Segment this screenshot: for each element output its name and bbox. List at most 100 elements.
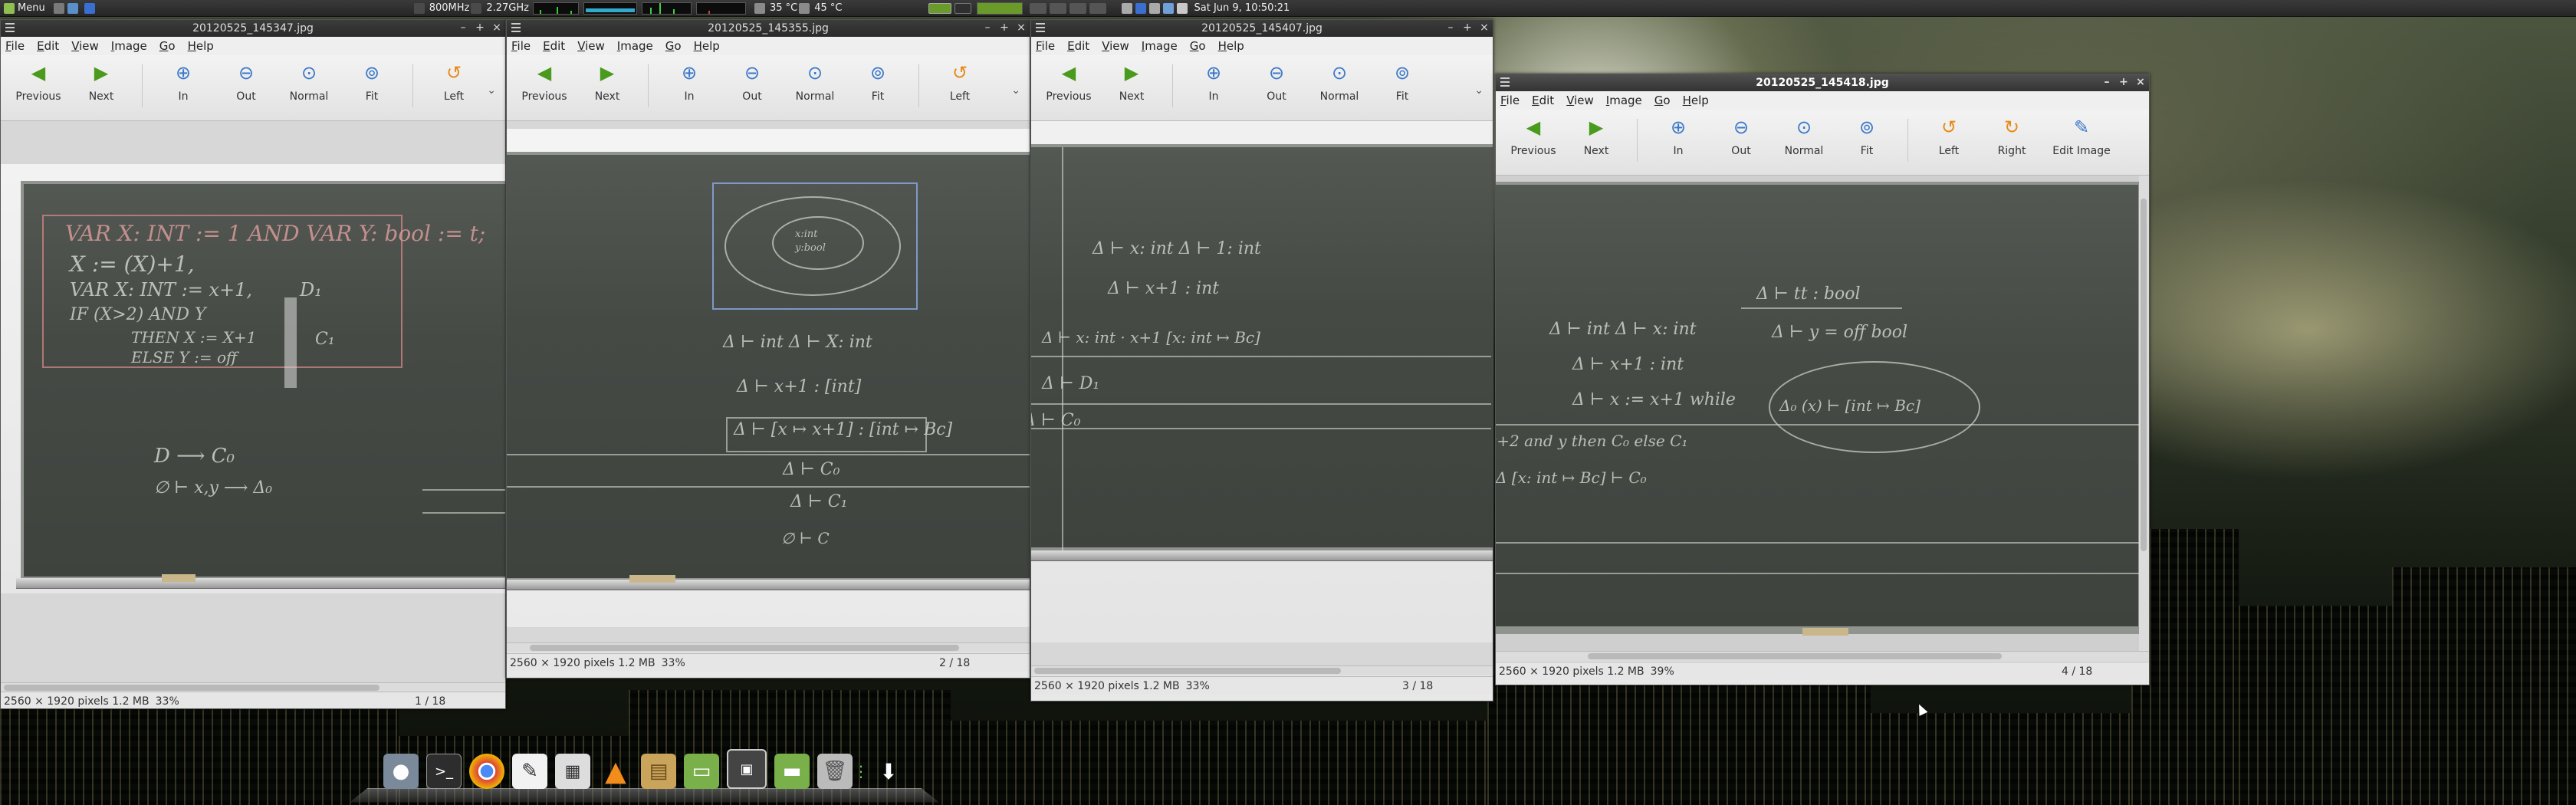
title-bar[interactable]: 20120525_145418.jpg – + × [1496,74,2149,91]
menu-edit[interactable]: Edit [1532,94,1554,107]
normal-size-button[interactable]: ⊙ Normal [278,55,340,117]
normal-size-button[interactable]: ⊙ Normal [784,55,846,117]
minimize-icon[interactable]: – [982,21,993,34]
fit-button[interactable]: ⊚ Fit [1371,55,1434,117]
chrome-icon[interactable] [469,754,504,789]
folder-icon[interactable]: ▬ [774,754,810,789]
zoom-in-button[interactable]: ⊕ In [1647,110,1710,171]
window-menu-icon[interactable] [511,23,521,32]
fit-button[interactable]: ⊚ Fit [846,55,909,117]
vertical-scrollbar[interactable] [2139,176,2149,651]
workspace-button[interactable] [1069,2,1086,14]
clock[interactable]: Sat Jun 9, 10:50:21 [1191,0,1294,17]
minimize-icon[interactable]: – [1445,21,1456,34]
menu-file[interactable]: File [511,39,531,53]
previous-button[interactable]: ◀ Previous [1502,110,1565,171]
rotate-left-button[interactable]: ↺ Left [422,55,485,117]
close-icon[interactable]: × [491,21,502,34]
maximize-icon[interactable]: + [999,21,1010,34]
next-button[interactable]: ▶ Next [70,55,133,117]
fit-button[interactable]: ⊚ Fit [340,55,403,117]
maximize-icon[interactable]: + [1462,21,1473,34]
workspace-switcher-active[interactable] [928,2,951,14]
workspace-button[interactable] [954,2,971,14]
zoom-in-button[interactable]: ⊕ In [1182,55,1245,117]
menu-go[interactable]: Go [665,39,682,53]
zoom-out-button[interactable]: ⊖ Out [1245,55,1308,117]
more-dots-icon[interactable]: ⋮ [853,754,869,789]
horizontal-scrollbar[interactable] [1031,665,1493,675]
battery-icon[interactable] [1176,2,1188,14]
previous-button[interactable]: ◀ Previous [7,55,70,117]
menu-image[interactable]: Image [111,39,147,53]
previous-button[interactable]: ◀ Previous [1037,55,1100,117]
close-icon[interactable]: × [1016,21,1027,34]
workspace-button[interactable] [1089,2,1106,14]
menu-edit[interactable]: Edit [1067,39,1089,53]
vlc-icon[interactable]: ▲ [598,754,633,789]
zoom-out-button[interactable]: ⊖ Out [1710,110,1773,171]
downloads-icon[interactable]: ⬇ [871,754,906,789]
window-menu-icon[interactable] [1500,77,1510,87]
minimize-icon[interactable]: – [458,21,468,34]
image-viewer-window-2[interactable]: 20120525_145355.jpg – + × File Edit View I… [506,19,1030,678]
zoom-out-button[interactable]: ⊖ Out [215,55,278,117]
file-manager-icon[interactable] [67,2,78,14]
horizontal-scrollbar[interactable] [1496,651,2149,661]
normal-size-button[interactable]: ⊙ Normal [1308,55,1371,117]
bluetooth-icon[interactable] [1135,2,1146,14]
scrollbar-thumb[interactable] [4,685,380,691]
elephant-app-icon[interactable]: ● [383,754,419,789]
chevron-down-icon[interactable]: ⌄ [487,84,496,97]
rotate-left-button[interactable]: ↺ Left [1917,110,1980,171]
image-view[interactable]: Δ ⊢ tt : bool Δ ⊢ int Δ ⊢ x: int Δ ⊢ y =… [1496,176,2139,651]
fit-button[interactable]: ⊚ Fit [1835,110,1898,171]
menu-file[interactable]: File [1500,94,1520,107]
menu-help[interactable]: Help [188,39,214,53]
network-icon[interactable] [1148,2,1160,14]
image-view[interactable]: x:int y:bool Δ ⊢ int Δ ⊢ X: int Δ ⊢ x+1 … [507,121,1030,642]
dropbox-icon[interactable] [84,2,95,14]
rotate-left-button[interactable]: ↺ Left [928,55,991,117]
terminal-icon[interactable]: >_ [426,754,462,789]
menu-edit[interactable]: Edit [37,39,59,53]
menu-image[interactable]: Image [1606,94,1642,107]
zoom-out-button[interactable]: ⊖ Out [721,55,784,117]
close-icon[interactable]: × [2135,76,2146,88]
close-icon[interactable]: × [1479,21,1490,34]
text-editor-icon[interactable]: ✎ [512,754,547,789]
next-button[interactable]: ▶ Next [1565,110,1628,171]
rotate-right-button[interactable]: ↻ Right [1980,110,2043,171]
scrollbar-thumb[interactable] [530,645,959,651]
image-view[interactable]: Δ ⊢ x: int Δ ⊢ 1: int Δ ⊢ x+1 : int Δ ⊢ … [1031,121,1493,665]
zoom-in-button[interactable]: ⊕ In [152,55,215,117]
calculator-icon[interactable]: ▦ [555,754,590,789]
desktop-icon[interactable] [53,2,64,14]
next-button[interactable]: ▶ Next [1100,55,1163,117]
scrollbar-thumb[interactable] [1588,653,2002,659]
maximize-icon[interactable]: + [2118,76,2129,88]
menu-view[interactable]: View [1102,39,1129,53]
workspace-button[interactable] [1049,2,1066,14]
title-bar[interactable]: 20120525_145407.jpg – + × [1031,20,1493,37]
dropbox-tray-icon[interactable] [1121,2,1132,14]
next-button[interactable]: ▶ Next [576,55,639,117]
image-viewer-window-1[interactable]: 20120525_145347.jpg – + × File Edit View I… [0,19,506,709]
window-menu-icon[interactable] [1036,23,1045,32]
edit-image-button[interactable]: ✎ Edit Image [2043,110,2120,171]
scrollbar-thumb[interactable] [2141,199,2147,551]
normal-size-button[interactable]: ⊙ Normal [1773,110,1835,171]
image-viewer-window-3[interactable]: 20120525_145407.jpg – + × File Edit View I… [1030,19,1493,702]
menu-help[interactable]: Help [1218,39,1244,53]
volume-icon[interactable] [1162,2,1174,14]
archive-manager-icon[interactable]: ▤ [641,754,676,789]
minimize-icon[interactable]: – [2101,76,2112,88]
menu-image[interactable]: Image [617,39,653,53]
title-bar[interactable]: 20120525_145347.jpg – + × [1,20,505,37]
menu-file[interactable]: File [1036,39,1055,53]
file-manager-icon[interactable]: ▭ [684,754,719,789]
menu-help[interactable]: Help [694,39,720,53]
window-menu-icon[interactable] [5,23,15,32]
image-view[interactable]: VAR X: INT := 1 AND VAR Y: bool := t; X … [1,121,505,682]
menu-go[interactable]: Go [1654,94,1671,107]
